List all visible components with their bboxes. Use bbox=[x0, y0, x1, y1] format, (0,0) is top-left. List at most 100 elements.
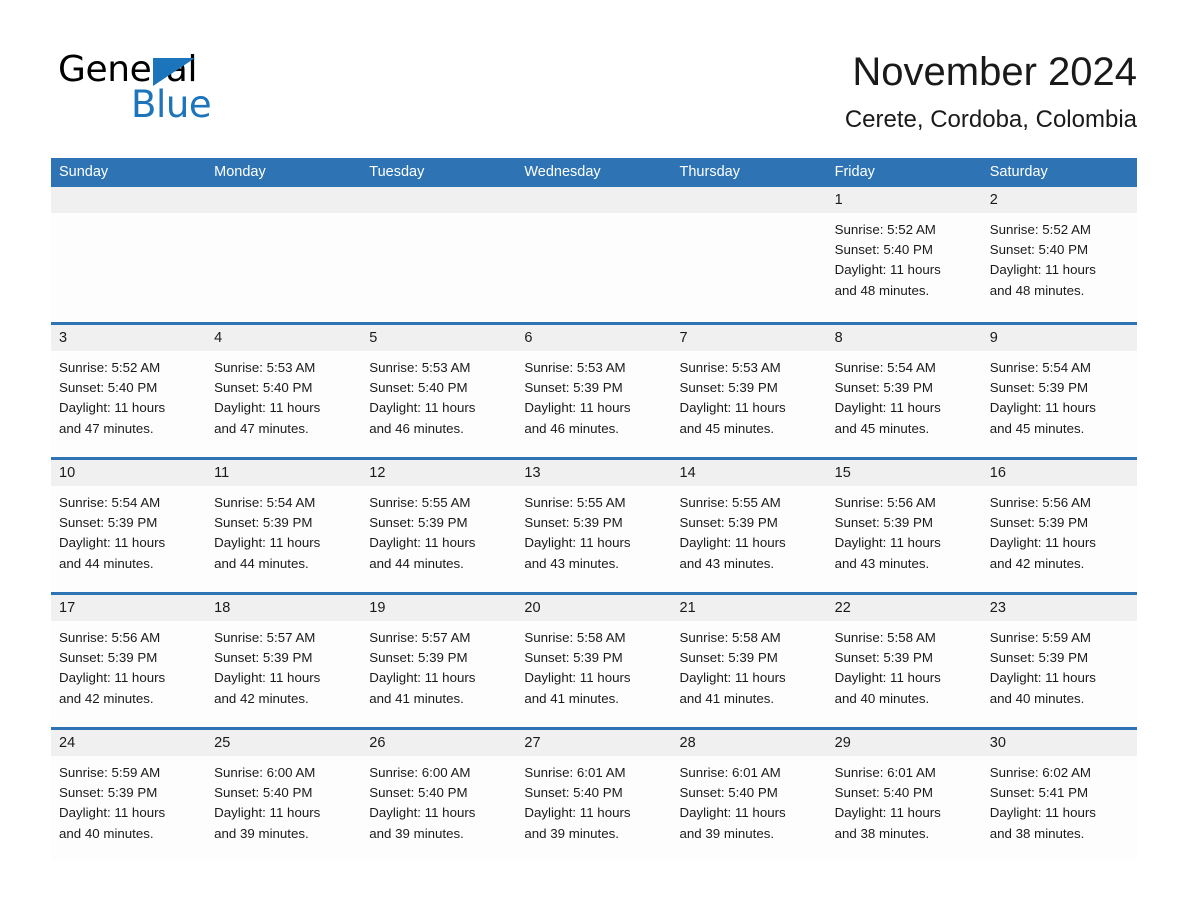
day-cell[interactable]: 20 Sunrise: 5:58 AM Sunset: 5:39 PM Dayligh… bbox=[516, 595, 672, 727]
sunrise-text: Sunrise: 5:59 AM bbox=[59, 765, 161, 780]
title-block: November 2024 Cerete, Cordoba, Colombia bbox=[845, 48, 1137, 134]
day-number bbox=[51, 187, 207, 213]
day-info: Sunrise: 6:00 AM Sunset: 5:40 PM Daylight:… bbox=[361, 756, 516, 844]
day-cell[interactable]: 15 Sunrise: 5:56 AM Sunset: 5:39 PM Dayligh… bbox=[826, 460, 982, 592]
day-number: 6 bbox=[516, 325, 672, 351]
daylight-text-line1: Daylight: 11 hours bbox=[59, 670, 166, 686]
sunrise-text: Sunrise: 5:53 AM bbox=[524, 360, 626, 375]
day-cell[interactable]: 5 Sunrise: 5:53 AM Sunset: 5:40 PM Daylight… bbox=[361, 325, 517, 457]
daylight-text-line1: Daylight: 11 hours bbox=[989, 805, 1096, 821]
day-cell[interactable]: 6 Sunrise: 5:53 AM Sunset: 5:39 PM Daylight… bbox=[516, 325, 672, 457]
day-cell-empty bbox=[671, 187, 827, 322]
day-info: Sunrise: 5:57 AM Sunset: 5:39 PM Daylight:… bbox=[206, 621, 361, 709]
daylight-text-line1: Daylight: 11 hours bbox=[834, 400, 941, 416]
day-info: Sunrise: 5:55 AM Sunset: 5:39 PM Daylight:… bbox=[672, 486, 827, 574]
weekday-header-monday: Monday bbox=[214, 164, 266, 180]
sunrise-text: Sunrise: 5:58 AM bbox=[524, 630, 626, 645]
day-cell[interactable]: 12 Sunrise: 5:55 AM Sunset: 5:39 PM Dayligh… bbox=[361, 460, 517, 592]
day-number: 11 bbox=[206, 460, 362, 486]
daylight-text-line2: and 41 minutes. bbox=[524, 690, 619, 706]
day-cell[interactable]: 29 Sunrise: 6:01 AM Sunset: 5:40 PM Dayligh… bbox=[826, 730, 982, 860]
day-number: 26 bbox=[361, 730, 517, 756]
daylight-text-line1: Daylight: 11 hours bbox=[834, 805, 941, 821]
sunset-text: Sunset: 5:39 PM bbox=[59, 650, 158, 666]
day-cell[interactable]: 25 Sunrise: 6:00 AM Sunset: 5:40 PM Dayligh… bbox=[206, 730, 362, 860]
sunrise-text: Sunrise: 5:57 AM bbox=[369, 630, 471, 645]
calendar-page: General Blue November 2024 Cerete, Cordo… bbox=[0, 0, 1188, 918]
week-row-inner: 17 Sunrise: 5:56 AM Sunset: 5:39 PM Dayligh… bbox=[51, 595, 1137, 727]
day-number: 28 bbox=[671, 730, 827, 756]
day-cell[interactable]: 28 Sunrise: 6:01 AM Sunset: 5:40 PM Dayligh… bbox=[671, 730, 827, 860]
sunset-text: Sunset: 5:40 PM bbox=[524, 785, 623, 801]
daylight-text-line1: Daylight: 11 hours bbox=[989, 670, 1096, 686]
daylight-text-line2: and 40 minutes. bbox=[59, 825, 154, 841]
day-number: 12 bbox=[361, 460, 517, 486]
general-blue-logo[interactable]: General Blue bbox=[58, 52, 358, 136]
daylight-text-line2: and 39 minutes. bbox=[214, 825, 309, 841]
day-cell[interactable]: 11 Sunrise: 5:54 AM Sunset: 5:39 PM Dayligh… bbox=[206, 460, 362, 592]
day-cell[interactable]: 26 Sunrise: 6:00 AM Sunset: 5:40 PM Dayligh… bbox=[361, 730, 517, 860]
day-number: 23 bbox=[981, 595, 1137, 621]
daylight-text-line1: Daylight: 11 hours bbox=[989, 400, 1096, 416]
day-cell[interactable]: 13 Sunrise: 5:55 AM Sunset: 5:39 PM Dayligh… bbox=[516, 460, 672, 592]
sunset-text: Sunset: 5:40 PM bbox=[369, 380, 468, 396]
day-info: Sunrise: 5:52 AM Sunset: 5:40 PM Daylight:… bbox=[51, 351, 206, 439]
sunrise-text: Sunrise: 6:00 AM bbox=[369, 765, 471, 780]
day-cell-empty bbox=[206, 187, 362, 322]
calendar-grid: Sunday Monday Tuesday Wednesday Thursday… bbox=[51, 158, 1137, 860]
daylight-text-line1: Daylight: 11 hours bbox=[524, 670, 631, 686]
daylight-text-line2: and 38 minutes. bbox=[989, 825, 1085, 841]
sunrise-text: Sunrise: 5:55 AM bbox=[679, 495, 781, 510]
day-cell[interactable]: 2 Sunrise: 5:52 AM Sunset: 5:40 PM Daylight… bbox=[981, 187, 1137, 322]
daylight-text-line1: Daylight: 11 hours bbox=[679, 535, 786, 551]
daylight-text-line1: Daylight: 11 hours bbox=[369, 535, 476, 551]
daylight-text-line2: and 48 minutes. bbox=[989, 282, 1085, 298]
daylight-text-line2: and 43 minutes. bbox=[679, 555, 775, 571]
day-cell[interactable]: 9 Sunrise: 5:54 AM Sunset: 5:39 PM Daylight… bbox=[981, 325, 1137, 457]
day-cell[interactable]: 3 Sunrise: 5:52 AM Sunset: 5:40 PM Daylight… bbox=[51, 325, 207, 457]
daylight-text-line1: Daylight: 11 hours bbox=[834, 670, 941, 686]
day-cell[interactable]: 30 Sunrise: 6:02 AM Sunset: 5:41 PM Dayligh… bbox=[981, 730, 1137, 860]
day-cell[interactable]: 8 Sunrise: 5:54 AM Sunset: 5:39 PM Daylight… bbox=[826, 325, 982, 457]
day-number: 20 bbox=[516, 595, 672, 621]
daylight-text-line2: and 45 minutes. bbox=[834, 420, 930, 436]
daylight-text-line2: and 45 minutes. bbox=[679, 420, 775, 436]
day-cell-empty bbox=[51, 187, 207, 322]
daylight-text-line1: Daylight: 11 hours bbox=[834, 535, 941, 551]
day-cell[interactable]: 16 Sunrise: 5:56 AM Sunset: 5:39 PM Dayligh… bbox=[981, 460, 1137, 592]
weekday-header-sunday: Sunday bbox=[59, 164, 109, 180]
day-info: Sunrise: 5:53 AM Sunset: 5:39 PM Daylight:… bbox=[516, 351, 671, 439]
daylight-text-line2: and 39 minutes. bbox=[369, 825, 464, 841]
day-cell[interactable]: 24 Sunrise: 5:59 AM Sunset: 5:39 PM Dayligh… bbox=[51, 730, 207, 860]
day-cell[interactable]: 21 Sunrise: 5:58 AM Sunset: 5:39 PM Dayligh… bbox=[671, 595, 827, 727]
day-info: Sunrise: 6:01 AM Sunset: 5:40 PM Daylight:… bbox=[827, 756, 982, 844]
day-cell[interactable]: 7 Sunrise: 5:53 AM Sunset: 5:39 PM Daylight… bbox=[671, 325, 827, 457]
sunset-text: Sunset: 5:39 PM bbox=[524, 515, 623, 531]
day-cell-empty bbox=[361, 187, 517, 322]
day-number: 19 bbox=[361, 595, 517, 621]
day-cell[interactable]: 27 Sunrise: 6:01 AM Sunset: 5:40 PM Dayligh… bbox=[516, 730, 672, 860]
day-cell[interactable]: 14 Sunrise: 5:55 AM Sunset: 5:39 PM Dayligh… bbox=[671, 460, 827, 592]
sunset-text: Sunset: 5:39 PM bbox=[834, 515, 933, 531]
day-info: Sunrise: 5:58 AM Sunset: 5:39 PM Daylight:… bbox=[827, 621, 982, 709]
day-info: Sunrise: 5:54 AM Sunset: 5:39 PM Daylight:… bbox=[827, 351, 982, 439]
day-cell[interactable]: 4 Sunrise: 5:53 AM Sunset: 5:40 PM Daylight… bbox=[206, 325, 362, 457]
daylight-text-line1: Daylight: 11 hours bbox=[679, 670, 786, 686]
day-cell[interactable]: 10 Sunrise: 5:54 AM Sunset: 5:39 PM Dayligh… bbox=[51, 460, 207, 592]
day-cell[interactable]: 19 Sunrise: 5:57 AM Sunset: 5:39 PM Dayligh… bbox=[361, 595, 517, 727]
daylight-text-line1: Daylight: 11 hours bbox=[524, 535, 631, 551]
day-info: Sunrise: 5:56 AM Sunset: 5:39 PM Daylight:… bbox=[827, 486, 982, 574]
day-cell[interactable]: 17 Sunrise: 5:56 AM Sunset: 5:39 PM Dayligh… bbox=[51, 595, 207, 727]
daylight-text-line1: Daylight: 11 hours bbox=[214, 670, 321, 686]
daylight-text-line1: Daylight: 11 hours bbox=[524, 400, 631, 416]
day-number: 1 bbox=[826, 187, 982, 213]
daylight-text-line2: and 41 minutes. bbox=[679, 690, 775, 706]
week-row-inner: 24 Sunrise: 5:59 AM Sunset: 5:39 PM Dayligh… bbox=[51, 730, 1137, 860]
daylight-text-line1: Daylight: 11 hours bbox=[679, 805, 786, 821]
day-info: Sunrise: 5:56 AM Sunset: 5:39 PM Daylight:… bbox=[51, 621, 206, 709]
day-cell[interactable]: 18 Sunrise: 5:57 AM Sunset: 5:39 PM Dayligh… bbox=[206, 595, 362, 727]
day-cell[interactable]: 22 Sunrise: 5:58 AM Sunset: 5:39 PM Dayligh… bbox=[826, 595, 982, 727]
day-cell[interactable]: 23 Sunrise: 5:59 AM Sunset: 5:39 PM Dayligh… bbox=[981, 595, 1137, 727]
sunrise-text: Sunrise: 6:01 AM bbox=[524, 765, 626, 780]
day-cell[interactable]: 1 Sunrise: 5:52 AM Sunset: 5:40 PM Daylight… bbox=[826, 187, 982, 322]
